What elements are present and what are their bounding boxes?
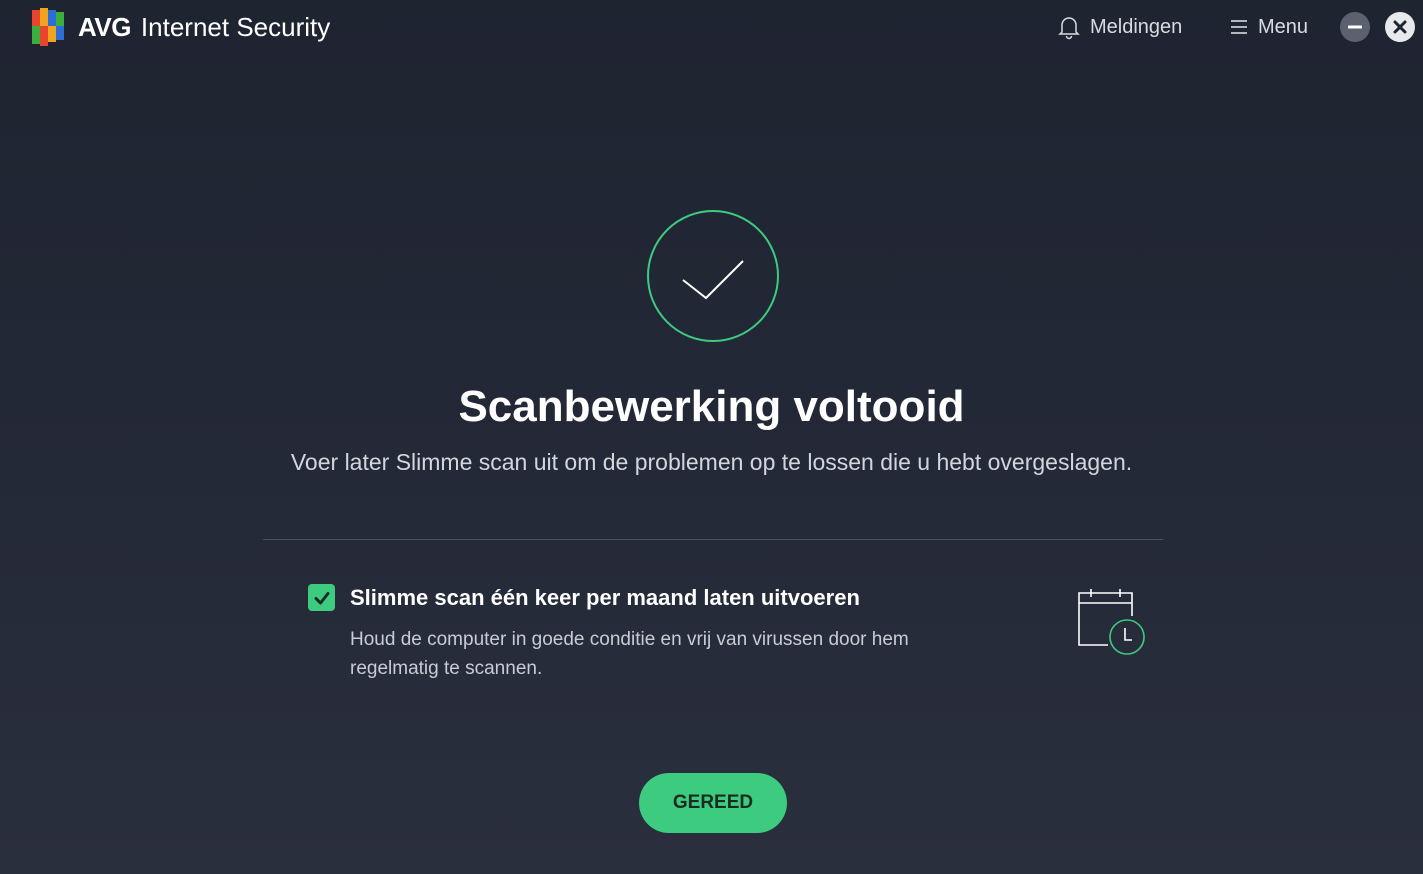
title-bar: AVG Internet Security Meldingen Menu [0,0,1423,60]
minimize-icon [1348,25,1362,29]
monthly-scan-label[interactable]: Slimme scan één keer per maand laten uit… [350,585,860,611]
menu-label: Menu [1258,15,1309,38]
notifications-label: Meldingen [1090,15,1183,38]
minimize-button[interactable] [1340,12,1370,42]
page-title: Scanbewerking voltooid [458,382,965,431]
brand-name: AVG [78,12,131,42]
notifications-button[interactable]: Meldingen [1056,12,1182,42]
app-title: AVG Internet Security [78,12,330,43]
hamburger-icon [1231,20,1247,34]
page-subtitle: Voer later Slimme scan uit om de problem… [290,449,1133,475]
done-button[interactable]: GEREED [639,773,787,833]
checkmark-icon [314,591,329,604]
close-icon [1393,20,1407,34]
divider [263,539,1163,540]
avg-logo [32,8,64,46]
checkmark-circle-icon [647,210,779,342]
monthly-scan-description: Houd de computer in goede conditie en vr… [350,629,909,679]
product-name: Internet Security [140,12,331,42]
close-button[interactable] [1385,12,1415,42]
bell-icon [1058,17,1080,40]
calendar-clock-icon [1078,589,1145,655]
monthly-scan-checkbox[interactable] [308,584,335,611]
menu-button[interactable]: Menu [1228,12,1308,42]
